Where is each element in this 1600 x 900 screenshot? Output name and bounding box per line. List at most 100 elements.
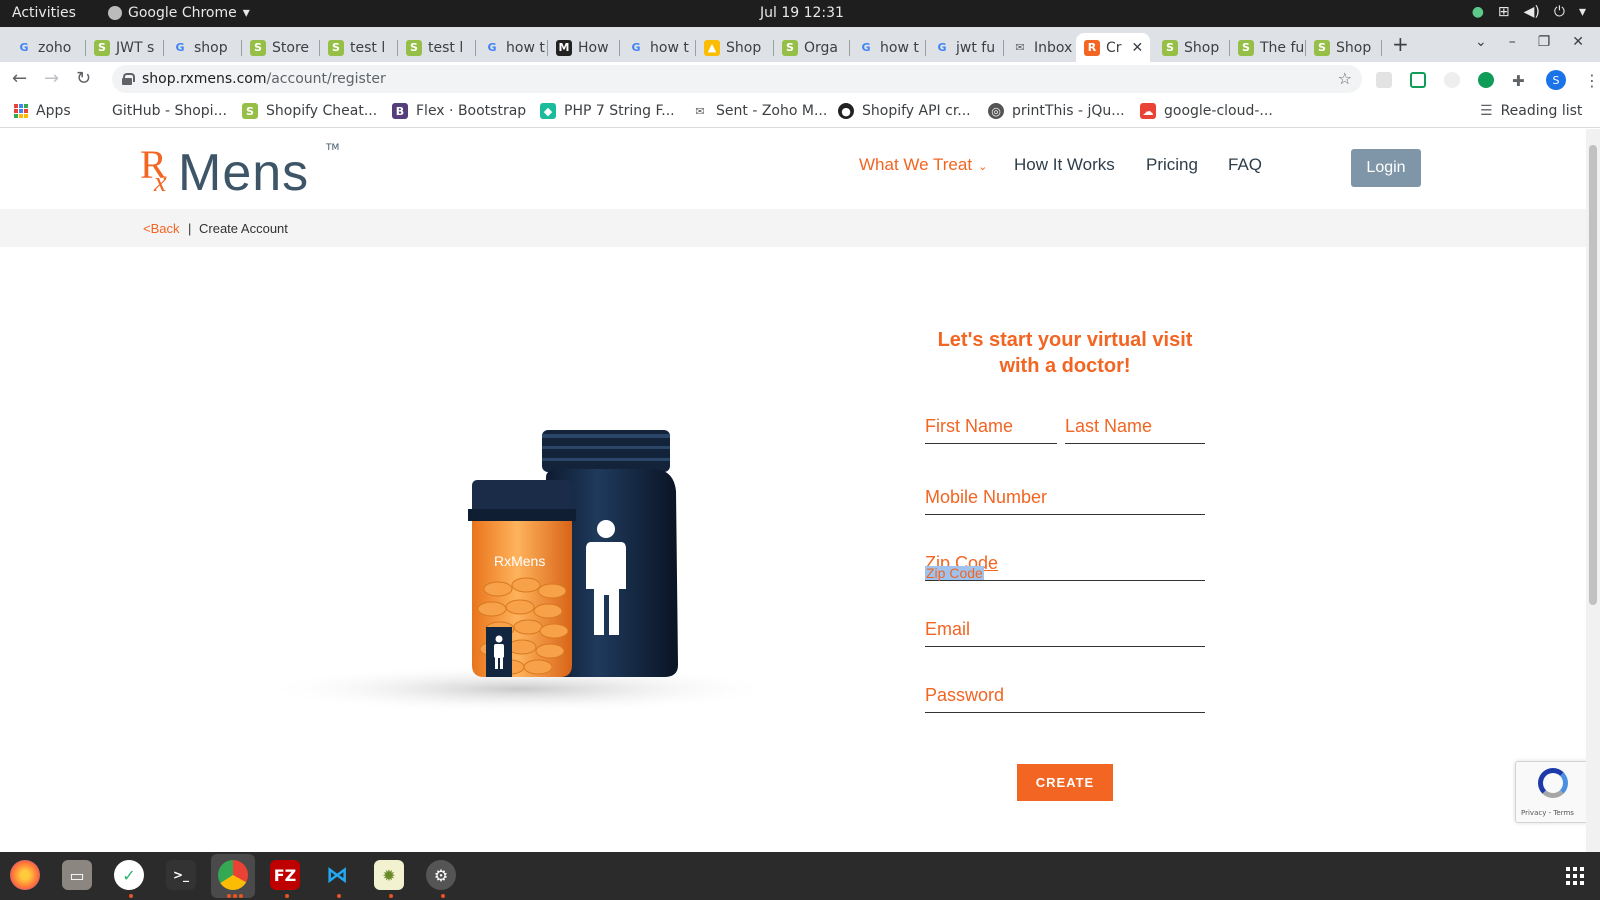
tab-label: how t [506, 39, 545, 56]
create-account-button[interactable]: CREATE [1017, 764, 1113, 801]
timetracker-icon[interactable]: ✓ [114, 860, 144, 890]
google-icon: G [487, 41, 497, 54]
bookmark-item[interactable]: ◆ PHP 7 String F... [540, 103, 675, 119]
back-arrow-icon[interactable]: ← [12, 68, 27, 89]
firefox-icon[interactable] [10, 860, 40, 890]
first-name-field[interactable]: First Name [925, 410, 1057, 444]
clock[interactable]: Jul 19 12:31 [760, 5, 844, 21]
vscode-icon[interactable]: ⋈ [322, 860, 352, 890]
dock: ▭ ✓ >_ FZ ⋈ ✹ ⚙ [0, 852, 1600, 900]
zoho-mail-icon: ✉ [695, 104, 705, 118]
network-icon[interactable]: ⊞ [1498, 4, 1510, 20]
google-icon: G [861, 41, 871, 54]
tab-label: how t [880, 39, 919, 56]
app-menu[interactable]: Google Chrome ▾ [108, 5, 250, 21]
browser-tab[interactable]: S Store [242, 33, 320, 62]
system-tray[interactable]: ● ⊞ ◀) ⏻ ▾ [1472, 4, 1586, 20]
caret-down-icon[interactable]: ▾ [1579, 4, 1586, 20]
mobile-number-field[interactable]: Mobile Number [925, 481, 1205, 515]
browser-tab[interactable]: Stest l [398, 33, 476, 62]
files-icon[interactable]: ▭ [62, 860, 92, 890]
terminal-icon[interactable]: >_ [166, 860, 196, 890]
bookmark-item[interactable]: GitHub - Shopi... [112, 103, 227, 119]
email-field[interactable]: Email [925, 613, 1205, 647]
browser-tab[interactable]: ▲ Shop [696, 33, 774, 62]
minimize-icon[interactable]: – [1509, 34, 1516, 50]
close-tab-icon[interactable]: ✕ [1132, 40, 1144, 56]
recaptcha-badge[interactable]: Privacy - Terms [1515, 761, 1586, 823]
nav-what-we-treat[interactable]: What We Treat ⌄ [859, 155, 987, 175]
address-bar[interactable]: shop.rxmens.com/account/register ☆ [112, 65, 1362, 93]
site-header: R x Mens TM What We Treat ⌄ How It Works … [0, 129, 1586, 209]
app-icon[interactable]: ✹ [374, 860, 404, 890]
tab-search-icon[interactable]: ⌄ [1475, 34, 1487, 50]
browser-tab-active[interactable]: R Cr ✕ [1076, 33, 1150, 62]
forward-arrow-icon[interactable]: → [44, 68, 59, 89]
maximize-icon[interactable]: ❐ [1538, 34, 1551, 50]
extension-n-icon[interactable] [1410, 72, 1426, 88]
volume-icon[interactable]: ◀) [1524, 4, 1540, 20]
browser-tab[interactable]: Gshop [164, 33, 242, 62]
rxmens-logo[interactable]: R x Mens TM [140, 141, 340, 202]
chrome-icon[interactable] [218, 860, 248, 890]
extension-icon[interactable] [1376, 72, 1392, 88]
nav-faq[interactable]: FAQ [1228, 155, 1262, 175]
browser-tab[interactable]: Ghow t [850, 33, 926, 62]
kebab-menu-icon[interactable]: ⋮ [1584, 71, 1600, 90]
browser-tab[interactable]: S Shop [1306, 33, 1382, 62]
gcloud-icon: ☁ [1140, 103, 1156, 119]
profile-avatar[interactable]: S [1546, 70, 1566, 90]
lock-icon[interactable] [122, 73, 135, 85]
close-window-icon[interactable]: ✕ [1572, 34, 1584, 50]
scrollbar-thumb[interactable] [1589, 145, 1597, 605]
settings-icon[interactable]: ⚙ [426, 860, 456, 890]
activities-button[interactable]: Activities [12, 5, 76, 21]
bottle-brand-label: RxMens [494, 553, 545, 569]
reload-icon[interactable]: ↻ [76, 68, 91, 89]
extension-green-icon[interactable] [1478, 72, 1494, 88]
last-name-field[interactable]: Last Name [1065, 410, 1205, 444]
nav-pricing[interactable]: Pricing [1146, 155, 1198, 175]
bookmark-item[interactable]: ✉ Sent - Zoho M... [692, 103, 827, 119]
new-tab-button[interactable]: + [1392, 32, 1409, 56]
login-button[interactable]: Login [1351, 149, 1421, 187]
bookmark-item[interactable]: ◎ printThis - jQu... [988, 103, 1125, 119]
timetracker-tray-icon[interactable]: ● [1472, 4, 1484, 20]
browser-tab[interactable]: Gjwt fu [926, 33, 1004, 62]
browser-tab[interactable]: S The fu [1230, 33, 1306, 62]
browser-tab[interactable]: Stest l [320, 33, 398, 62]
extension-clock-icon[interactable] [1444, 72, 1460, 88]
reading-list-button[interactable]: ☰ Reading list [1480, 103, 1582, 119]
browser-tab[interactable]: Gzoho [8, 33, 86, 62]
mobile-placeholder: Mobile Number [925, 487, 1048, 507]
tab-label: Inbox [1034, 39, 1073, 56]
bookmark-item[interactable]: S Shopify Cheat... [242, 103, 377, 119]
bookmark-item[interactable]: ☁ google-cloud-... [1140, 103, 1273, 119]
filezilla-icon[interactable]: FZ [270, 860, 300, 890]
browser-tab[interactable]: Ghow t [620, 33, 696, 62]
browser-tab[interactable]: M How [548, 33, 620, 62]
back-link[interactable]: <Back [143, 221, 180, 236]
tab-label: Shop [1336, 39, 1372, 56]
browser-tab[interactable]: S Orga [774, 33, 850, 62]
browser-tab[interactable]: ✉ Inbox [1004, 33, 1076, 62]
password-field[interactable]: Password [925, 679, 1205, 713]
bookmark-item[interactable]: ● Shopify API cr... [838, 103, 971, 119]
bookmark-item[interactable]: B Flex · Bootstrap [392, 103, 526, 119]
nav-how-it-works[interactable]: How It Works [1014, 155, 1115, 175]
browser-tab[interactable]: S JWT s [86, 33, 164, 62]
password-placeholder: Password [925, 685, 1005, 705]
power-icon[interactable]: ⏻ [1554, 4, 1565, 20]
bookmark-apps[interactable]: Apps [14, 103, 71, 119]
puzzle-icon[interactable]: ✚ [1512, 72, 1528, 90]
bookmark-star-icon[interactable]: ☆ [1338, 69, 1352, 88]
page-scrollbar[interactable] [1586, 129, 1600, 852]
browser-tab[interactable]: Ghow t [476, 33, 548, 62]
zoho-mail-icon: ✉ [1015, 41, 1025, 54]
show-applications-icon[interactable] [1566, 867, 1584, 885]
tab-label: shop [194, 39, 228, 56]
browser-tab[interactable]: S Shop [1154, 33, 1230, 62]
shopify-icon: S [250, 39, 266, 56]
php-icon: ◆ [540, 103, 556, 119]
recaptcha-links[interactable]: Privacy - Terms [1521, 809, 1574, 817]
